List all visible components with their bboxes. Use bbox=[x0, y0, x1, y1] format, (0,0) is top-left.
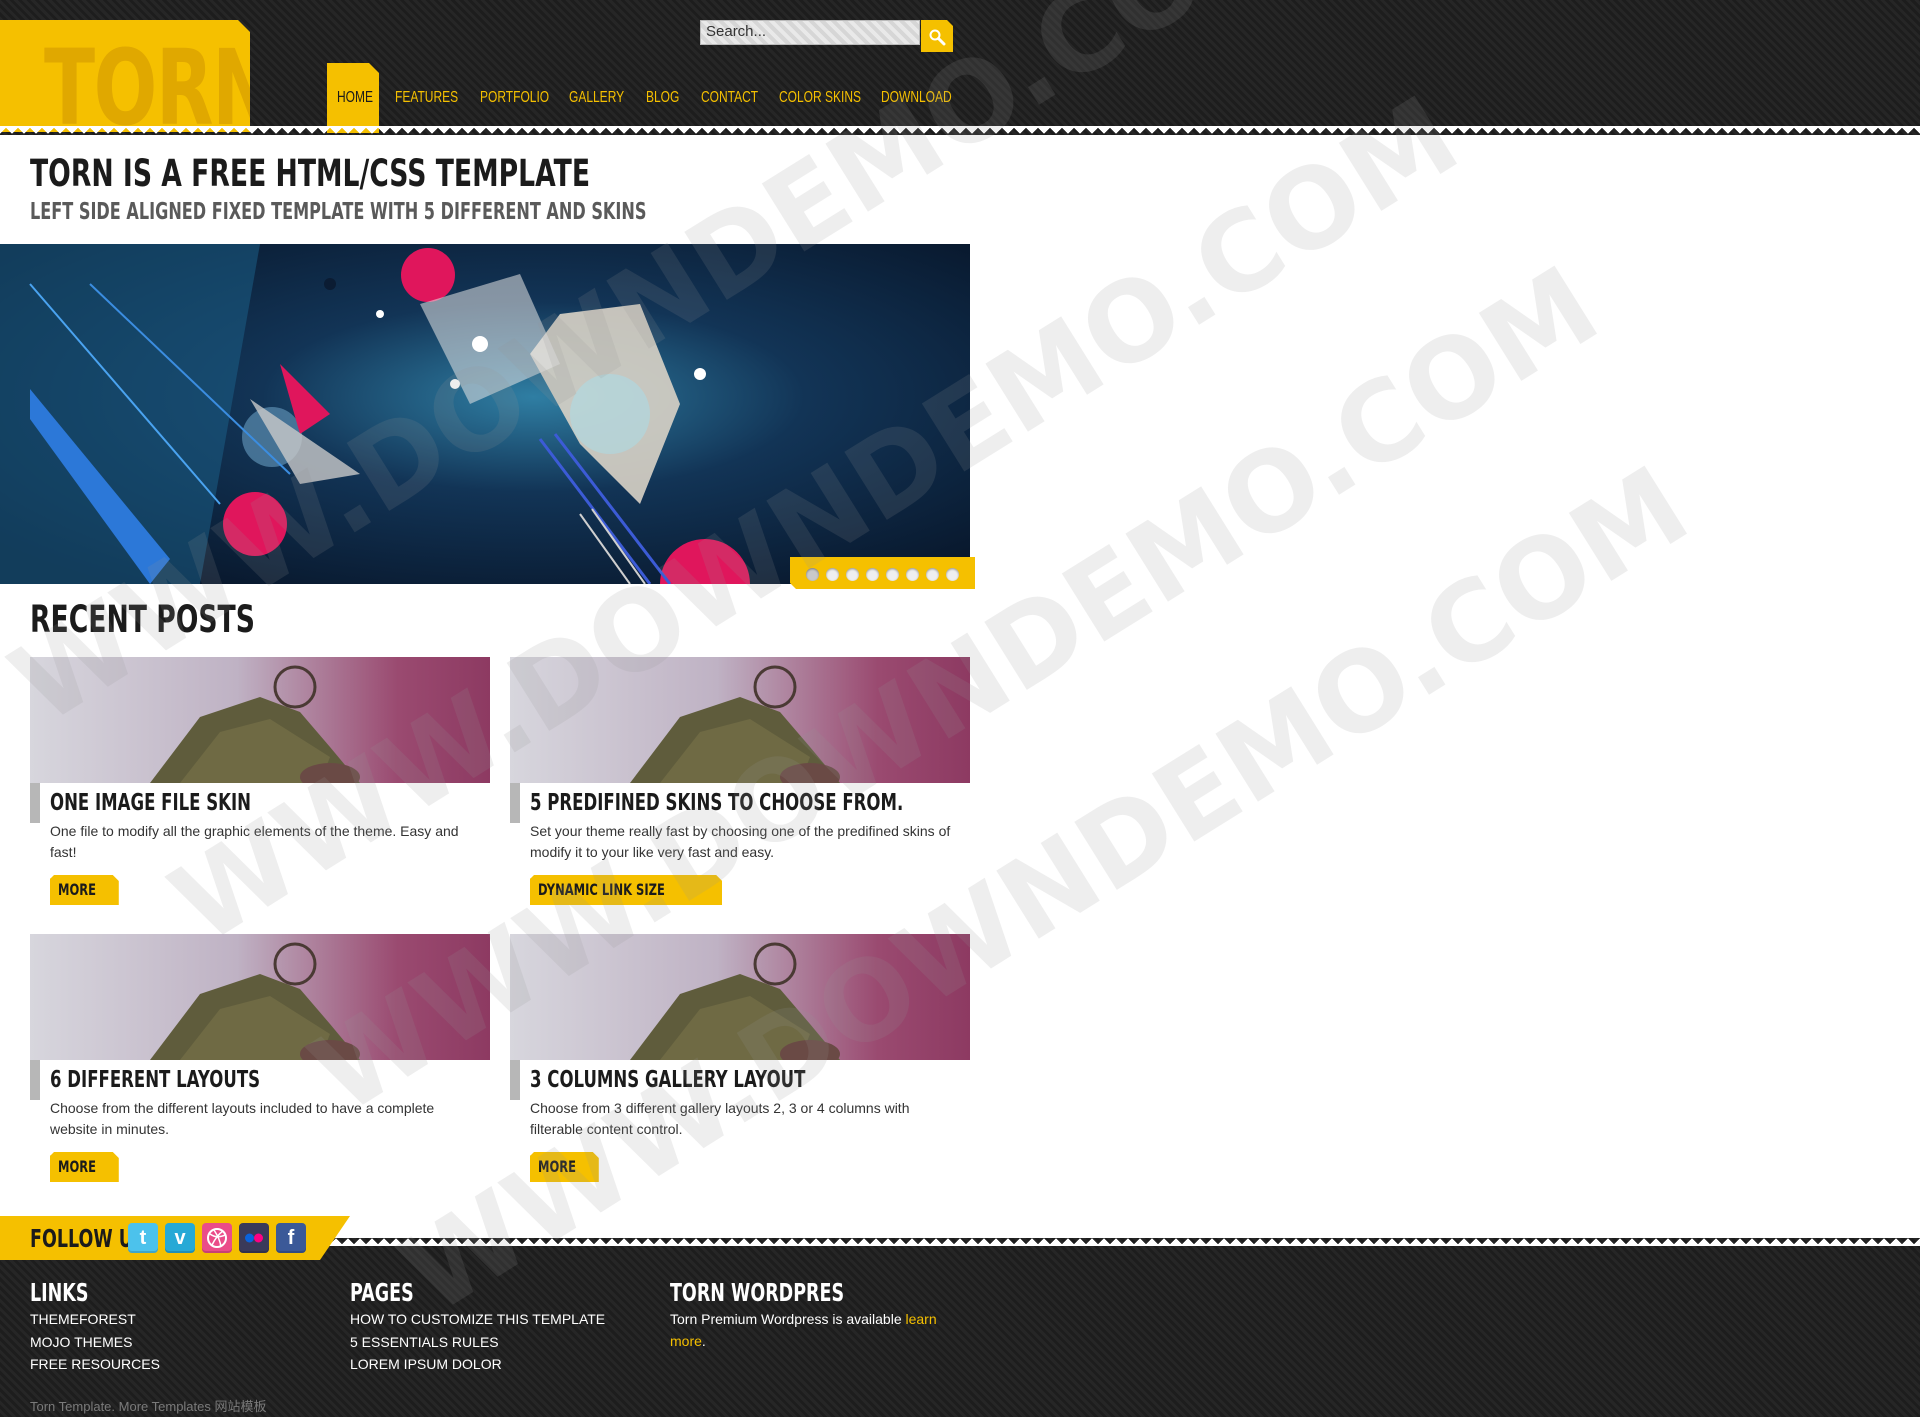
post-excerpt: Set your theme really fast by choosing o… bbox=[530, 823, 951, 860]
slider-dot[interactable] bbox=[806, 568, 819, 581]
post-title[interactable]: 5 PREDIFINED SKINS TO CHOOSE FROM. bbox=[530, 790, 903, 816]
header-torn-edge bbox=[0, 126, 1920, 138]
copyright: Torn Template. More Templates 网站模板 bbox=[30, 1399, 267, 1414]
nav-item-portfolio[interactable]: PORTFOLIO bbox=[480, 63, 572, 133]
slider-dot[interactable] bbox=[826, 568, 839, 581]
post-card: 3 COLUMNS GALLERY LAYOUT Choose from 3 d… bbox=[510, 934, 970, 1194]
nav-item-gallery[interactable]: GALLERY bbox=[569, 63, 643, 133]
slider-pagination bbox=[790, 557, 975, 589]
logo[interactable]: TORN bbox=[0, 20, 250, 132]
search-icon bbox=[929, 29, 946, 46]
post-image[interactable] bbox=[510, 657, 970, 783]
post-title[interactable]: 6 DIFFERENT LAYOUTS bbox=[50, 1067, 260, 1093]
post-card: ONE IMAGE FILE SKIN One file to modify a… bbox=[30, 657, 490, 917]
post-title[interactable]: ONE IMAGE FILE SKIN bbox=[50, 790, 251, 816]
search-button[interactable] bbox=[921, 20, 953, 52]
slider-dot[interactable] bbox=[926, 568, 939, 581]
post-image[interactable] bbox=[30, 934, 490, 1060]
dribbble-icon[interactable] bbox=[202, 1223, 232, 1253]
footer-wordpress-title: TORN WORDPRES bbox=[670, 1278, 845, 1307]
footer-pages-title: PAGES bbox=[350, 1278, 414, 1307]
post-image[interactable] bbox=[30, 657, 490, 783]
slider-dot[interactable] bbox=[946, 568, 959, 581]
footer-wordpress-text: Torn Premium Wordpress is available lear… bbox=[670, 1311, 937, 1349]
nav-item-features[interactable]: FEATURES bbox=[395, 63, 479, 133]
site-header: TORN Search... HOME FEATURES PORTFOLIO G… bbox=[0, 0, 1920, 138]
nav-item-download[interactable]: DOWNLOAD bbox=[881, 63, 975, 133]
page-title: TORN IS A FREE HTML/CSS TEMPLATE bbox=[30, 152, 591, 195]
page-subtitle: LEFT SIDE ALIGNED FIXED TEMPLATE WITH 5 … bbox=[30, 199, 647, 225]
follow-us-bar: FOLLOW US t v f bbox=[0, 1216, 350, 1260]
slider-dot[interactable] bbox=[886, 568, 899, 581]
more-button[interactable]: MORE bbox=[530, 1152, 599, 1182]
post-excerpt: Choose from 3 different gallery layouts … bbox=[530, 1100, 910, 1137]
facebook-icon[interactable]: f bbox=[276, 1223, 306, 1253]
hero-image bbox=[0, 244, 970, 584]
nav-item-contact[interactable]: CONTACT bbox=[701, 63, 777, 133]
hero-slider[interactable] bbox=[0, 244, 970, 584]
footer-page-rules[interactable]: 5 ESSENTIALS RULES bbox=[350, 1334, 499, 1350]
nav-item-home[interactable]: HOME bbox=[327, 63, 379, 133]
nav-item-blog[interactable]: BLOG bbox=[646, 63, 690, 133]
recent-posts-heading: RECENT POSTS bbox=[30, 598, 255, 641]
footer-links-title: LINKS bbox=[30, 1278, 89, 1307]
site-footer: LINKS THEMEFOREST MOJO THEMES FREE RESOU… bbox=[0, 1234, 1920, 1417]
vimeo-icon[interactable]: v bbox=[165, 1223, 195, 1253]
post-title[interactable]: 3 COLUMNS GALLERY LAYOUT bbox=[530, 1067, 805, 1093]
logo-text: TORN bbox=[44, 27, 274, 149]
dynamic-link-button[interactable]: DYNAMIC LINK SIZE bbox=[530, 875, 722, 905]
post-excerpt: One file to modify all the graphic eleme… bbox=[50, 823, 459, 860]
twitter-icon[interactable]: t bbox=[128, 1223, 158, 1253]
post-card: 5 PREDIFINED SKINS TO CHOOSE FROM. Set y… bbox=[510, 657, 970, 917]
footer-page-lorem[interactable]: LOREM IPSUM DOLOR bbox=[350, 1356, 502, 1372]
more-button[interactable]: MORE bbox=[50, 1152, 119, 1182]
footer-page-customize[interactable]: HOW TO CUSTOMIZE THIS TEMPLATE bbox=[350, 1311, 605, 1327]
search-input[interactable]: Search... bbox=[700, 20, 920, 45]
post-card: 6 DIFFERENT LAYOUTS Choose from the diff… bbox=[30, 934, 490, 1194]
post-excerpt: Choose from the different layouts includ… bbox=[50, 1100, 435, 1137]
footer-link-free-resources[interactable]: FREE RESOURCES bbox=[30, 1356, 160, 1372]
slider-dot[interactable] bbox=[866, 568, 879, 581]
footer-link-themeforest[interactable]: THEMEFOREST bbox=[30, 1311, 136, 1327]
footer-link-mojo-themes[interactable]: MOJO THEMES bbox=[30, 1334, 132, 1350]
slider-dot[interactable] bbox=[846, 568, 859, 581]
flickr-icon[interactable] bbox=[239, 1223, 269, 1253]
post-image[interactable] bbox=[510, 934, 970, 1060]
more-button[interactable]: MORE bbox=[50, 875, 119, 905]
slider-dot[interactable] bbox=[906, 568, 919, 581]
nav-item-color-skins[interactable]: COLOR SKINS bbox=[779, 63, 888, 133]
